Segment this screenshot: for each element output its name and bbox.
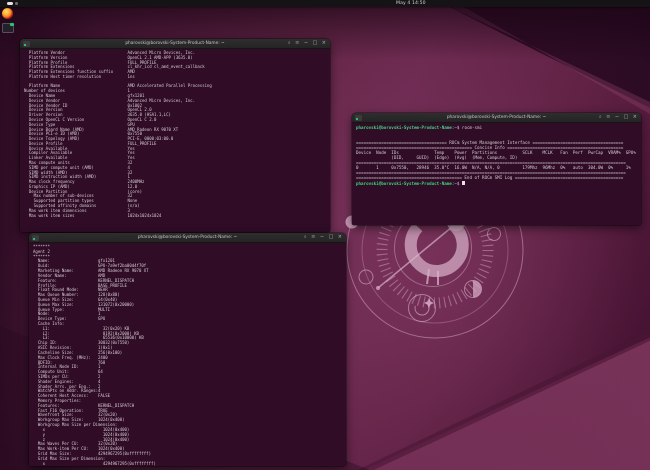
window-titlebar[interactable]: pharovski@borovski-System-Product-Name: … (20, 39, 330, 49)
rocm-smi-output: pharovski@borovski-System-Product-Name:~… (356, 125, 636, 186)
terminal-window-rocm-smi: pharovski@borovski-System-Product-Name: … (352, 113, 641, 225)
running-indicator-dot (10, 22, 14, 26)
window-title: pharovski@borovski-System-Product-Name: … (137, 235, 238, 240)
clinfo-output: Platform Vendor Advanced Micro Devices, … (24, 50, 212, 218)
terminal-dock-icon[interactable] (2, 22, 14, 33)
bird-body (404, 219, 469, 277)
terminal-app-icon[interactable] (32, 234, 39, 241)
window-titlebar[interactable]: pharovski@borovski-System-Product-Name: … (352, 113, 641, 123)
window-title: pharovski@borovski-System-Product-Name: … (446, 115, 547, 120)
search-icon[interactable]: ⌕ (288, 39, 291, 48)
minimize-icon[interactable]: − (304, 39, 308, 48)
firefox-dock-icon[interactable] (2, 8, 13, 19)
terminal-content-area[interactable]: ******* Agent 2 ******* Name: gfx1201 Uu… (29, 243, 346, 466)
dock (2, 8, 14, 33)
search-icon[interactable]: ⌕ (599, 113, 602, 122)
terminal-content-area[interactable]: Platform Vendor Advanced Micro Devices, … (20, 49, 330, 232)
minimize-icon[interactable]: − (320, 233, 324, 242)
menu-icon[interactable]: ≡ (295, 39, 299, 48)
clock[interactable]: May 4 14:50 (396, 1, 426, 6)
menu-icon[interactable]: ≡ (311, 233, 315, 242)
prompt-user: pharovski@borovski-System-Product-Name (356, 180, 452, 186)
prompt-dollar: $ (456, 180, 460, 186)
firefox-icon (2, 8, 13, 19)
terminal-cursor[interactable] (461, 180, 465, 186)
planet-hollow-right (487, 227, 501, 241)
maximize-icon[interactable]: □ (624, 113, 629, 122)
maximize-icon[interactable]: □ (329, 233, 334, 242)
planet-hollow-left (358, 269, 374, 285)
rocminfo-output: ******* Agent 2 ******* Name: gfx1201 Uu… (33, 244, 156, 466)
top-panel: May 4 14:50 (0, 0, 650, 7)
sparkle-star (424, 298, 434, 308)
terminal-window-rocminfo: pharovski@borovski-System-Product-Name: … (29, 233, 346, 466)
prompt-command: $ rocm-smi (456, 125, 483, 130)
workspace-indicator[interactable] (7, 2, 18, 5)
planet-half (464, 280, 482, 298)
maximize-icon[interactable]: □ (313, 39, 318, 48)
prompt-user: pharovski@borovski-System-Product-Name (356, 125, 452, 130)
terminal-window-clinfo: pharovski@borovski-System-Product-Name: … (20, 39, 330, 232)
window-titlebar[interactable]: pharovski@borovski-System-Product-Name: … (29, 233, 346, 243)
close-icon[interactable]: × (322, 39, 326, 48)
workspace-pill-active[interactable] (7, 2, 13, 5)
sparkle-circle (408, 294, 436, 322)
workspace-pill-inactive[interactable] (14, 2, 18, 5)
menu-icon[interactable]: ≡ (606, 113, 610, 122)
close-icon[interactable]: × (633, 113, 637, 122)
needle-hand (377, 221, 459, 289)
window-title: pharovski@borovski-System-Product-Name: … (125, 41, 225, 46)
minimize-icon[interactable]: − (615, 113, 619, 122)
terminal-icon (2, 22, 14, 33)
search-icon[interactable]: ⌕ (304, 233, 307, 242)
bird-legs (426, 268, 439, 285)
close-icon[interactable]: × (338, 233, 342, 242)
terminal-app-icon[interactable] (355, 114, 362, 121)
terminal-app-icon[interactable] (23, 40, 30, 47)
terminal-content-area[interactable]: pharovski@borovski-System-Product-Name:~… (352, 123, 641, 225)
